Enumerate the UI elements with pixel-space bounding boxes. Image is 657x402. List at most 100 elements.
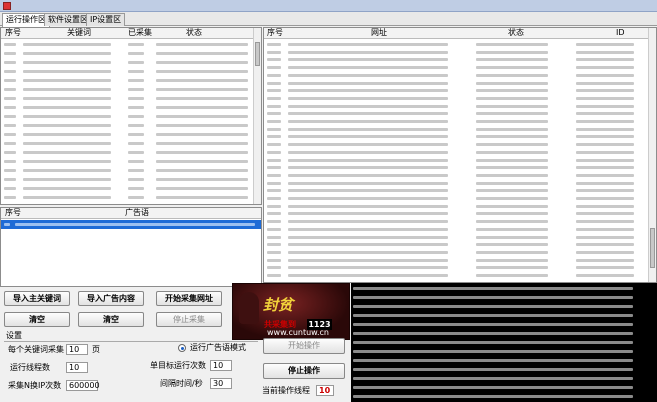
cell-placeholder [267,209,281,216]
keyword-row[interactable] [1,94,261,103]
keyword-row[interactable] [1,130,261,139]
keyword-row[interactable] [1,40,261,49]
keyword-row[interactable] [1,85,261,94]
cell-placeholder [4,76,16,82]
ad-table: 序号 广告语 [0,207,262,287]
cell-placeholder [267,125,281,131]
cell-placeholder [288,233,448,239]
cell-placeholder [476,194,548,200]
keyword-row[interactable] [1,139,261,148]
start-collect-button[interactable]: 开始采集网址 [156,291,222,306]
log-line [353,383,633,392]
cell-placeholder [288,94,448,100]
keyword-row[interactable] [1,148,261,157]
ad-row[interactable] [1,220,261,229]
ad-mode-radio[interactable] [178,344,186,352]
cell-placeholder [15,220,255,226]
stop-operation-button[interactable]: 停止操作 [263,363,345,379]
cell-placeholder [576,86,634,93]
cell-placeholder [476,217,548,224]
cell-placeholder [576,186,634,193]
clear-ads-button[interactable]: 清空 [78,312,144,327]
cell-placeholder [288,55,448,62]
cell-placeholder [288,248,448,254]
cell-placeholder [23,58,111,64]
cell-placeholder [288,63,448,70]
keyword-row[interactable] [1,166,261,175]
cell-placeholder [128,103,144,109]
cell-placeholder [288,86,448,93]
cell-placeholder [23,193,111,199]
cell-placeholder [288,125,448,131]
cell-placeholder [267,109,281,116]
cell-placeholder [128,85,144,91]
import-ads-button[interactable]: 导入广告内容 [78,291,144,306]
cell-placeholder [4,40,16,46]
cell-placeholder [23,112,111,118]
start-operation-button[interactable]: 开始操作 [263,338,345,354]
keyword-row[interactable] [1,103,261,112]
cell-placeholder [267,148,281,154]
log-line [353,293,633,302]
tab-software-settings[interactable]: 软件设置区 [44,13,92,26]
cell-placeholder [576,217,634,224]
thread-count-input[interactable]: 10 [66,362,88,373]
cell-placeholder [476,233,548,239]
cell-placeholder [23,121,111,127]
keyword-row[interactable] [1,184,261,193]
tab-ip-settings[interactable]: IP设置区 [86,13,126,26]
cell-placeholder [4,193,16,199]
clear-keywords-button[interactable]: 清空 [4,312,70,327]
cell-placeholder [476,163,548,170]
cell-placeholder [267,202,281,208]
current-thread-label: 当前操作线程 [262,386,310,395]
log-output-panel [351,283,657,402]
per-keyword-pages-input[interactable]: 10 [66,344,88,355]
log-line [353,374,633,383]
cell-placeholder [267,40,281,46]
cell-placeholder [156,58,248,64]
keyword-row[interactable] [1,76,261,85]
cell-placeholder [476,86,548,93]
col-header-index: 序号 [5,28,21,37]
cell-placeholder [476,202,548,208]
cell-placeholder [576,117,634,123]
cell-placeholder [288,225,448,231]
cell-placeholder [128,193,144,199]
keyword-row[interactable] [1,67,261,76]
cell-placeholder [4,166,16,172]
brand-logo: 封贫 www.cuntuw.cn [232,283,350,340]
cell-placeholder [476,71,548,77]
cell-placeholder [128,40,144,46]
keyword-row[interactable] [1,58,261,67]
cell-placeholder [576,209,634,216]
ip-switch-count-input[interactable]: 600000 [66,380,100,391]
keyword-row[interactable] [1,121,261,130]
keyword-row[interactable] [1,193,261,202]
interval-seconds-input[interactable]: 30 [210,378,232,389]
cell-placeholder [128,148,144,154]
col-header-collected: 已采集 [128,28,152,37]
cell-placeholder [128,58,144,64]
keyword-row[interactable] [1,49,261,58]
cell-placeholder [288,102,448,108]
keyword-table-scrollbar[interactable] [253,28,261,204]
single-target-runs-input[interactable]: 10 [210,360,232,371]
window-title-bar [0,0,657,12]
current-thread-value: 10 [316,385,334,396]
keyword-row[interactable] [1,157,261,166]
tab-run-operations[interactable]: 运行操作区 [2,13,50,27]
keyword-row[interactable] [1,112,261,121]
settings-divider [4,341,258,342]
import-keywords-button[interactable]: 导入主关键词 [4,291,70,306]
per-keyword-pages-unit: 页 [92,345,100,354]
result-row[interactable] [264,271,656,280]
cell-placeholder [267,233,281,239]
cell-placeholder [4,184,16,190]
ad-mode-label: 运行广告语模式 [190,343,246,352]
stop-collect-button[interactable]: 停止采集 [156,312,222,327]
keyword-row[interactable] [1,175,261,184]
cell-placeholder [288,163,448,170]
single-target-runs-label: 单目标运行次数 [150,361,206,370]
result-table-scrollbar[interactable] [648,28,656,282]
